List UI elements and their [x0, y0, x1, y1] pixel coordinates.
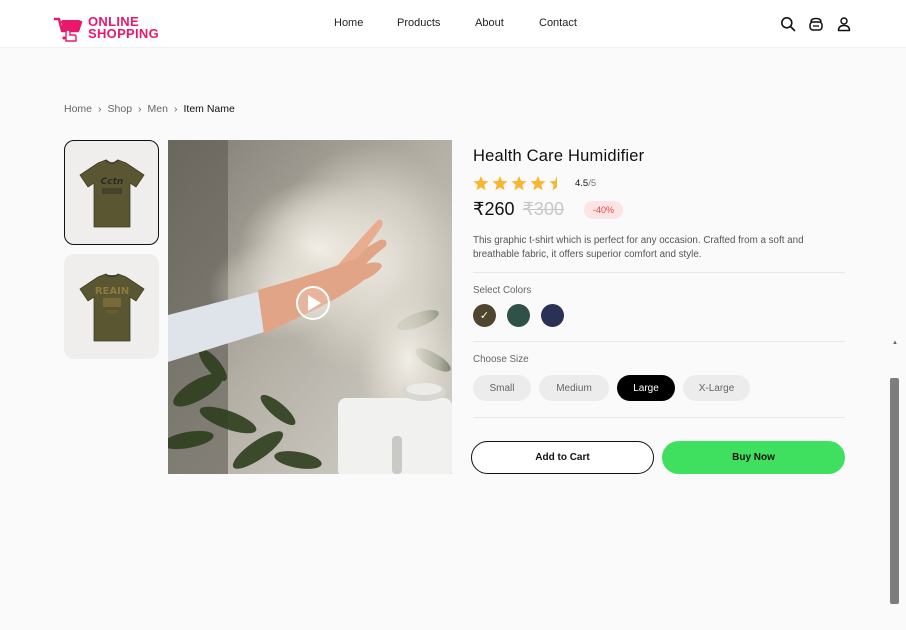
color-options: ✓ — [473, 304, 845, 327]
product-title: Health Care Humidifier — [473, 147, 645, 165]
chevron-right-icon: › — [138, 103, 142, 115]
main-product-image — [168, 140, 452, 474]
purchase-actions: Add to Cart Buy Now — [471, 441, 845, 474]
product-details: Health Care Humidifier 4.5/5 ₹260 ₹300 -… — [473, 140, 845, 418]
check-icon: ✓ — [479, 310, 490, 322]
user-icon[interactable] — [836, 16, 853, 33]
add-to-cart-button[interactable]: Add to Cart — [471, 441, 654, 474]
size-label: Choose Size — [473, 354, 529, 365]
humidifier-scene-image — [168, 140, 452, 474]
svg-text:REAIN: REAIN — [94, 286, 128, 297]
product-description: This graphic t-shirt which is perfect fo… — [473, 235, 804, 260]
header-actions — [780, 16, 853, 33]
buy-now-button[interactable]: Buy Now — [662, 441, 845, 474]
price-row: ₹260 ₹300 -40% — [473, 199, 845, 220]
color-swatch-teal[interactable] — [507, 304, 530, 327]
half-star-icon — [549, 176, 557, 191]
search-icon[interactable] — [780, 16, 797, 33]
star-icon — [511, 176, 527, 191]
size-small[interactable]: Small — [473, 375, 531, 401]
rating-score: 4.5 — [575, 178, 589, 189]
breadcrumb-shop[interactable]: Shop — [108, 103, 133, 115]
breadcrumb-current: Item Name — [183, 103, 235, 115]
breadcrumb: Home › Shop › Men › Item Name — [64, 103, 235, 115]
top-navigation-bar: ONLINE SHOPPING Home Products About Cont… — [0, 0, 906, 48]
chevron-right-icon: › — [98, 103, 102, 115]
rating-stars — [473, 176, 565, 191]
divider — [473, 272, 845, 273]
thumbnail-2[interactable]: REAIN — [64, 254, 159, 359]
original-price: ₹300 — [522, 199, 564, 219]
breadcrumb-men[interactable]: Men — [148, 103, 168, 115]
star-icon — [473, 176, 489, 191]
colors-label: Select Colors — [473, 285, 532, 296]
rating-value: 4.5/5 — [575, 178, 596, 189]
size-options: Small Medium Large X-Large — [473, 375, 845, 401]
current-price: ₹260 — [473, 199, 515, 219]
brand-logo[interactable]: ONLINE SHOPPING — [52, 14, 159, 42]
tshirt-front-image: Cctn — [78, 158, 145, 227]
nav-link-home[interactable]: Home — [334, 17, 397, 29]
nav-link-products[interactable]: Products — [397, 17, 475, 29]
divider — [473, 341, 845, 342]
size-x-large[interactable]: X-Large — [683, 375, 750, 401]
color-swatch-navy[interactable] — [541, 304, 564, 327]
thumbnail-1-selected[interactable]: Cctn — [64, 140, 159, 245]
discount-badge: -40% — [583, 200, 623, 219]
product-rating: 4.5/5 — [473, 176, 845, 191]
cart-icon[interactable] — [808, 16, 825, 33]
nav-link-contact[interactable]: Contact — [539, 17, 577, 29]
breadcrumb-home[interactable]: Home — [64, 103, 92, 115]
divider — [473, 417, 845, 418]
svg-text:Cctn: Cctn — [100, 177, 123, 187]
color-swatch-olive-selected[interactable]: ✓ — [473, 304, 496, 327]
shopping-cart-hand-logo-icon — [54, 17, 83, 42]
nav-link-about[interactable]: About — [475, 17, 539, 29]
brand-name-line2: SHOPPING — [88, 26, 160, 41]
rating-max: /5 — [588, 178, 597, 189]
star-icon — [492, 176, 508, 191]
tshirt-back-image: REAIN — [78, 273, 145, 341]
main-nav: Home Products About Contact — [334, 17, 577, 29]
star-icon — [530, 176, 546, 191]
scroll-up-arrow-icon[interactable]: ▲ — [892, 340, 898, 346]
size-large-selected[interactable]: Large — [617, 375, 675, 401]
scrollbar-thumb[interactable] — [890, 378, 899, 604]
size-medium[interactable]: Medium — [539, 375, 609, 401]
chevron-right-icon: › — [173, 103, 178, 115]
